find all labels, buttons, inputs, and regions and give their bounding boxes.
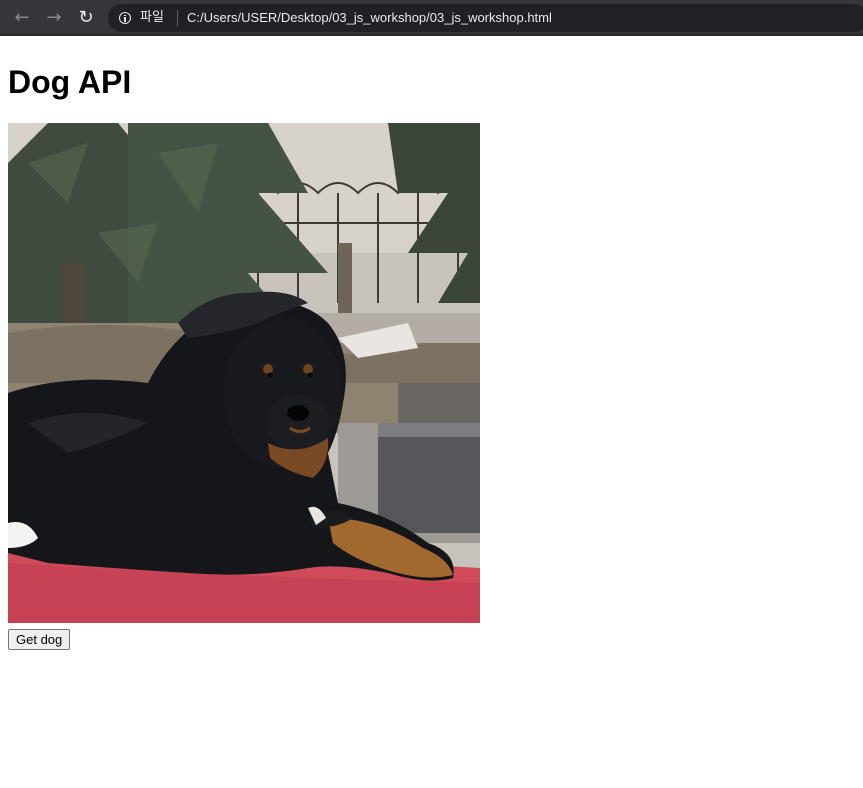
toolbar-divider <box>0 34 863 36</box>
get-dog-button[interactable]: Get dog <box>8 629 71 650</box>
info-icon[interactable] <box>119 12 131 24</box>
dog-image <box>8 123 480 623</box>
scheme-label: 파일 <box>140 10 164 25</box>
reload-icon[interactable]: ↻ <box>76 8 96 28</box>
forward-arrow-icon[interactable]: → <box>44 8 64 28</box>
url-text[interactable]: C:/Users/USER/Desktop/03_js_workshop/03_… <box>187 10 552 26</box>
address-separator <box>177 10 178 26</box>
browser-toolbar: ← → ↻ 파일 C:/Users/USER/Desktop/03_js_wor… <box>0 0 863 36</box>
page-title: Dog API <box>8 64 132 100</box>
dog-image-illustration <box>8 123 480 623</box>
back-arrow-icon[interactable]: ← <box>12 8 32 28</box>
address-bar[interactable]: 파일 C:/Users/USER/Desktop/03_js_workshop/… <box>108 4 863 32</box>
